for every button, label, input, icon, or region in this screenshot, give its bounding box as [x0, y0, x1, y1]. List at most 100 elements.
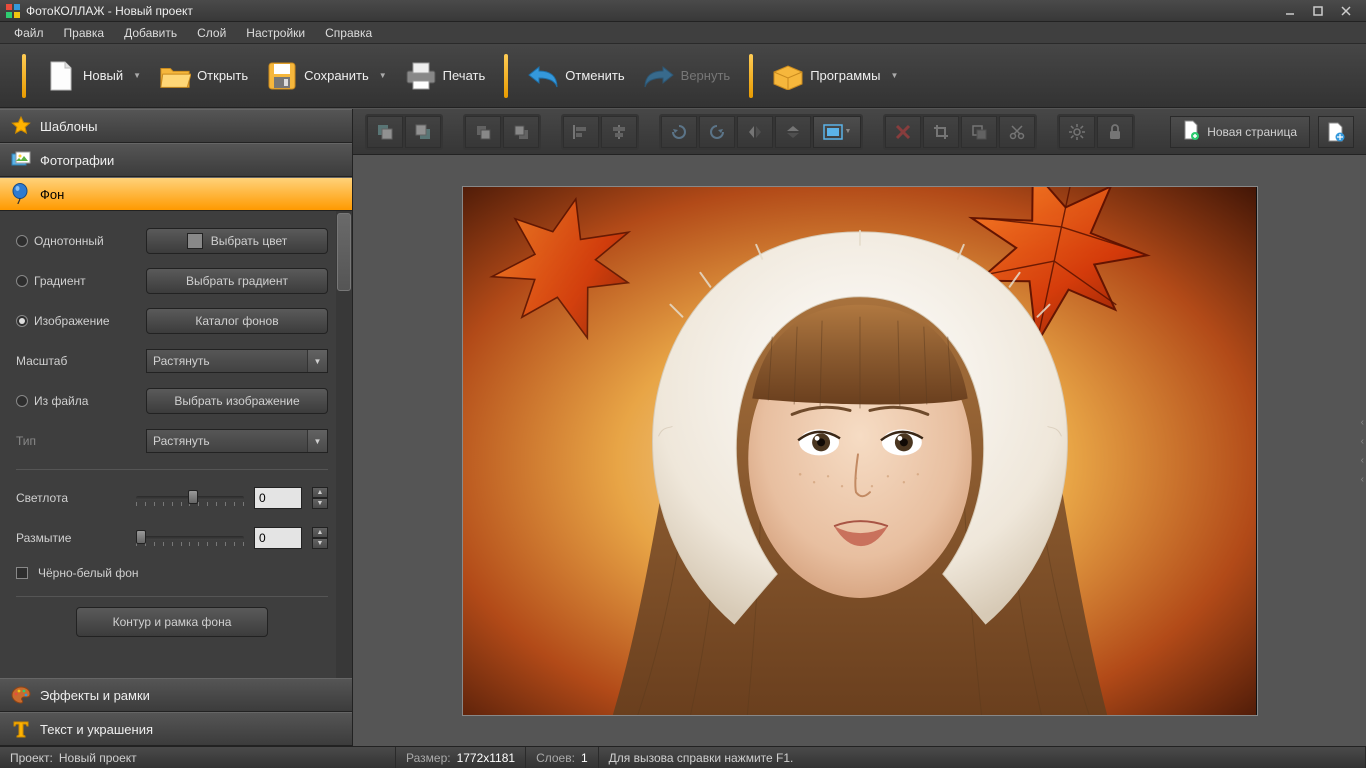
- menu-help[interactable]: Справка: [315, 22, 382, 43]
- size-value: 1772x1181: [457, 751, 516, 765]
- scrollbar[interactable]: [336, 211, 352, 678]
- project-value: Новый проект: [59, 751, 137, 765]
- page-add-icon: [1183, 120, 1199, 143]
- bw-label: Чёрно-белый фон: [38, 566, 139, 580]
- sidebar-photos[interactable]: Фотографии: [0, 143, 352, 177]
- flip-v-icon[interactable]: [775, 116, 811, 148]
- open-button[interactable]: Открыть: [150, 54, 257, 98]
- page-settings-icon[interactable]: [1318, 116, 1354, 148]
- radio-from-file[interactable]: [16, 395, 28, 407]
- new-button[interactable]: Новый ▼: [36, 54, 150, 98]
- print-icon: [405, 60, 437, 92]
- radio-solid[interactable]: [16, 235, 28, 247]
- send-back-icon[interactable]: [405, 116, 441, 148]
- palette-icon: [10, 684, 32, 706]
- chevron-left-icon[interactable]: ‹: [1361, 474, 1364, 485]
- close-button[interactable]: [1332, 2, 1360, 20]
- choose-image-button[interactable]: Выбрать изображение: [146, 388, 328, 414]
- chevron-down-icon: ▼: [133, 71, 141, 80]
- send-backward-icon[interactable]: [503, 116, 539, 148]
- save-button[interactable]: Сохранить ▼: [257, 54, 396, 98]
- titlebar: ФотоКОЛЛАЖ - Новый проект: [0, 0, 1366, 22]
- chevron-down-icon: ▼: [307, 430, 327, 452]
- menu-file[interactable]: Файл: [4, 22, 54, 43]
- canvas[interactable]: [462, 186, 1258, 716]
- main-toolbar: Новый ▼ Открыть Сохранить ▼ Печать Отмен…: [0, 44, 1366, 108]
- blur-value[interactable]: 0: [254, 527, 302, 549]
- radio-image[interactable]: [16, 315, 28, 327]
- brightness-label: Светлота: [16, 491, 68, 505]
- lock-icon[interactable]: [1097, 116, 1133, 148]
- new-file-icon: [45, 60, 77, 92]
- project-label: Проект:: [10, 751, 53, 765]
- cut-icon[interactable]: [999, 116, 1035, 148]
- type-select[interactable]: Растянуть ▼: [146, 429, 328, 453]
- toolbar-separator: [504, 54, 508, 98]
- settings-icon[interactable]: [1059, 116, 1095, 148]
- photos-icon: [10, 149, 32, 171]
- choose-color-button[interactable]: Выбрать цвет: [146, 228, 328, 254]
- brightness-slider[interactable]: [136, 488, 244, 508]
- duplicate-icon[interactable]: [961, 116, 997, 148]
- bring-forward-icon[interactable]: [465, 116, 501, 148]
- menu-settings[interactable]: Настройки: [236, 22, 315, 43]
- minimize-button[interactable]: [1276, 2, 1304, 20]
- menu-edit[interactable]: Правка: [54, 22, 115, 43]
- programs-button[interactable]: Программы ▼: [763, 54, 907, 98]
- menu-layer[interactable]: Слой: [187, 22, 236, 43]
- scale-select[interactable]: Растянуть ▼: [146, 349, 328, 373]
- balloon-icon: [10, 183, 32, 205]
- delete-icon[interactable]: [885, 116, 921, 148]
- canvas-viewport[interactable]: ‹ ‹ ‹ ‹: [353, 155, 1366, 746]
- hint-text: Для вызова справки нажмите F1.: [609, 751, 794, 765]
- sidebar-templates[interactable]: Шаблоны: [0, 109, 352, 143]
- bw-checkbox[interactable]: [16, 567, 28, 579]
- menu-insert[interactable]: Добавить: [114, 22, 187, 43]
- print-button[interactable]: Печать: [396, 54, 495, 98]
- align-left-icon[interactable]: [563, 116, 599, 148]
- blur-spinner[interactable]: ▲▼: [312, 527, 328, 549]
- canvas-area: ▼ Новая страница: [353, 109, 1366, 746]
- chevron-left-icon[interactable]: ‹: [1361, 417, 1364, 428]
- redo-button[interactable]: Вернуть: [634, 54, 740, 98]
- star-icon: [10, 115, 32, 137]
- chevron-left-icon[interactable]: ‹: [1361, 455, 1364, 466]
- from-file-label: Из файла: [34, 394, 88, 408]
- sidebar-background[interactable]: Фон: [0, 177, 352, 211]
- rotate-left-icon[interactable]: [661, 116, 697, 148]
- chevron-left-icon[interactable]: ‹: [1361, 436, 1364, 447]
- rotate-right-icon[interactable]: [699, 116, 735, 148]
- bring-front-icon[interactable]: [367, 116, 403, 148]
- divider: [16, 596, 328, 597]
- right-handles[interactable]: ‹ ‹ ‹ ‹: [1361, 417, 1364, 485]
- layers-value: 1: [581, 751, 588, 765]
- brightness-value[interactable]: 0: [254, 487, 302, 509]
- brightness-spinner[interactable]: ▲▼: [312, 487, 328, 509]
- maximize-button[interactable]: [1304, 2, 1332, 20]
- radio-gradient[interactable]: [16, 275, 28, 287]
- statusbar: Проект: Новый проект Размер: 1772x1181 С…: [0, 746, 1366, 768]
- chevron-down-icon: ▼: [307, 350, 327, 372]
- left-sidebar: Шаблоны Фотографии Фон Однотонный: [0, 109, 353, 746]
- outline-frame-button[interactable]: Контур и рамка фона: [76, 607, 268, 637]
- flip-h-icon[interactable]: [737, 116, 773, 148]
- size-label: Размер:: [406, 751, 451, 765]
- catalog-button[interactable]: Каталог фонов: [146, 308, 328, 334]
- text-icon: [10, 718, 32, 740]
- crop-icon[interactable]: [923, 116, 959, 148]
- menubar: Файл Правка Добавить Слой Настройки Спра…: [0, 22, 1366, 44]
- folder-open-icon: [159, 60, 191, 92]
- undo-button[interactable]: Отменить: [518, 54, 633, 98]
- sidebar-effects[interactable]: Эффекты и рамки: [0, 678, 352, 712]
- fit-canvas-icon[interactable]: ▼: [813, 116, 861, 148]
- solid-label: Однотонный: [34, 234, 104, 248]
- align-center-h-icon[interactable]: [601, 116, 637, 148]
- choose-gradient-button[interactable]: Выбрать градиент: [146, 268, 328, 294]
- color-swatch: [187, 233, 203, 249]
- new-page-button[interactable]: Новая страница: [1170, 116, 1310, 148]
- chevron-down-icon: ▼: [845, 128, 852, 135]
- blur-slider[interactable]: [136, 528, 244, 548]
- gradient-label: Градиент: [34, 274, 86, 288]
- sidebar-text[interactable]: Текст и украшения: [0, 712, 352, 746]
- scrollbar-thumb[interactable]: [337, 213, 351, 291]
